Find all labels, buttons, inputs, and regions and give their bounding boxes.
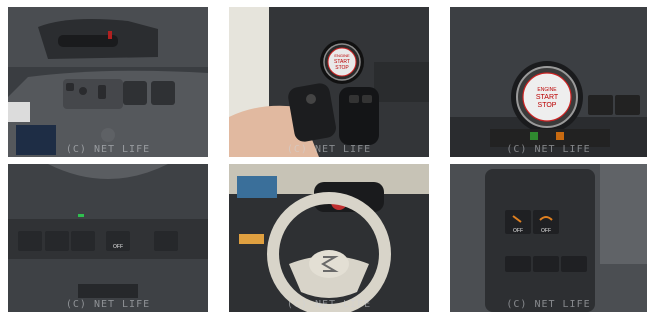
photo-door-panel: (C) NET LIFE	[8, 7, 208, 157]
off-label: OFF	[513, 228, 523, 234]
engine-label: ENGINE	[537, 87, 557, 93]
door-panel-image	[8, 7, 208, 157]
off-label: OFF	[113, 244, 123, 250]
off-switches-image: OFF OFF	[450, 164, 647, 312]
photo-start-button-keys: ENGINE START STOP (C) NET LIFE	[229, 7, 429, 157]
stop-label: STOP	[335, 65, 349, 71]
start-stop-image: ENGINE START STOP	[450, 7, 647, 157]
switch-panel-image: OFF	[8, 164, 208, 312]
off-label: OFF	[541, 228, 551, 234]
steering-wheel-image	[229, 164, 429, 312]
photo-start-stop-closeup: ENGINE START STOP (C) NET LIFE	[450, 7, 647, 157]
start-label: START	[536, 94, 559, 101]
stop-label: STOP	[538, 102, 557, 109]
engine-label: ENGINE	[334, 53, 350, 58]
smart-keys-image: ENGINE START STOP	[229, 7, 429, 157]
photo-switch-panel: OFF (C) NET LIFE	[8, 164, 208, 312]
photo-off-switches: OFF OFF (C) NET LIFE	[450, 164, 647, 312]
photo-steering-wheel: (C) NET LIFE	[229, 164, 429, 312]
